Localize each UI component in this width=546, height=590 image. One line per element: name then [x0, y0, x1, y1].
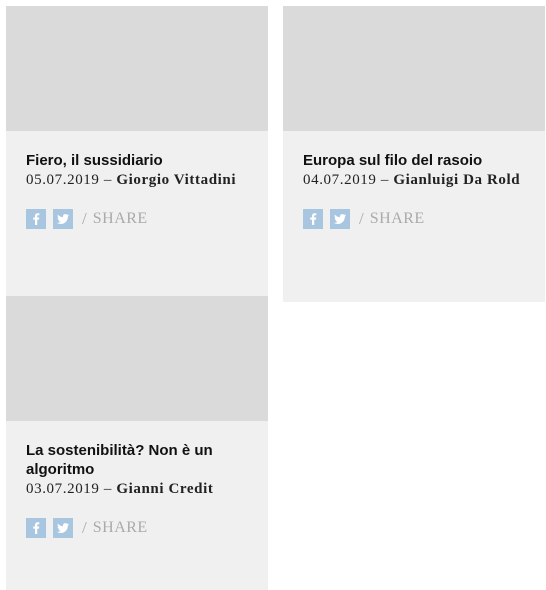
article-title[interactable]: Fiero, il sussidiario — [26, 151, 248, 170]
share-button[interactable]: SHARE — [93, 210, 148, 228]
facebook-icon[interactable] — [26, 209, 46, 229]
article-card[interactable]: Fiero, il sussidiario 05.07.2019 – Giorg… — [6, 6, 268, 302]
article-title[interactable]: La sostenibilità? Non è un algoritmo — [26, 441, 248, 479]
facebook-icon[interactable] — [26, 518, 46, 538]
article-date: 05.07.2019 — [26, 172, 100, 188]
twitter-icon[interactable] — [330, 209, 350, 229]
article-date: 03.07.2019 — [26, 481, 100, 497]
share-divider: / — [82, 518, 87, 537]
share-divider: / — [359, 209, 364, 228]
article-thumbnail[interactable] — [6, 6, 268, 131]
meta-separator: – — [380, 172, 389, 188]
article-thumbnail[interactable] — [283, 6, 545, 131]
article-date: 04.07.2019 — [303, 172, 377, 188]
article-meta: 03.07.2019 – Gianni Credit — [26, 479, 248, 500]
share-button[interactable]: SHARE — [370, 210, 425, 228]
article-meta: 04.07.2019 – Gianluigi Da Rold — [303, 170, 525, 191]
article-thumbnail[interactable] — [6, 296, 268, 421]
article-title[interactable]: Europa sul filo del rasoio — [303, 151, 525, 170]
article-meta: 05.07.2019 – Giorgio Vittadini — [26, 170, 248, 191]
article-card[interactable] — [283, 6, 545, 131]
share-divider: / — [82, 209, 87, 228]
share-row: / SHARE — [26, 208, 248, 230]
article-author[interactable]: Gianluigi Da Rold — [393, 172, 520, 188]
share-row: / SHARE — [303, 208, 525, 230]
meta-separator: – — [103, 172, 112, 188]
article-card[interactable]: La sostenibilità? Non è un algoritmo 03.… — [6, 296, 268, 590]
share-button[interactable]: SHARE — [93, 519, 148, 537]
meta-separator: – — [103, 481, 112, 497]
article-author[interactable]: Gianni Credit — [116, 481, 213, 497]
facebook-icon[interactable] — [303, 209, 323, 229]
twitter-icon[interactable] — [53, 518, 73, 538]
article-card-body[interactable]: Europa sul filo del rasoio 04.07.2019 – … — [283, 131, 545, 302]
article-author[interactable]: Giorgio Vittadini — [116, 172, 236, 188]
twitter-icon[interactable] — [53, 209, 73, 229]
share-row: / SHARE — [26, 517, 248, 539]
